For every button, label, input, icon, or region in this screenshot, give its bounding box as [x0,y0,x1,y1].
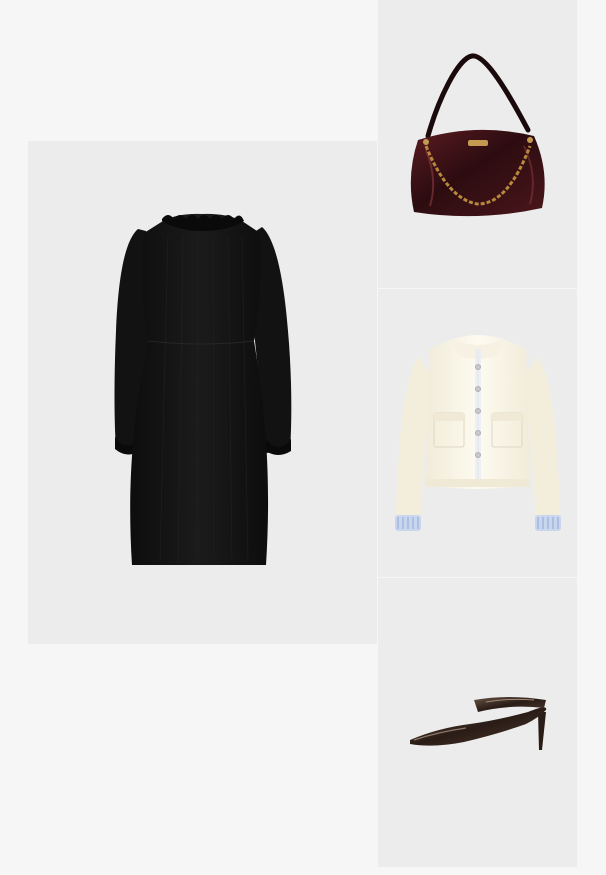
product-card-shoe[interactable] [378,578,577,867]
jacket-image [395,335,561,531]
dress-image [114,213,292,565]
product-card-dress[interactable] [28,141,377,644]
handbag-image [410,53,545,217]
outfit-grid [0,0,606,875]
mule-heel-image [410,697,547,750]
product-card-bag[interactable] [378,0,577,288]
product-card-jacket[interactable] [378,289,577,577]
